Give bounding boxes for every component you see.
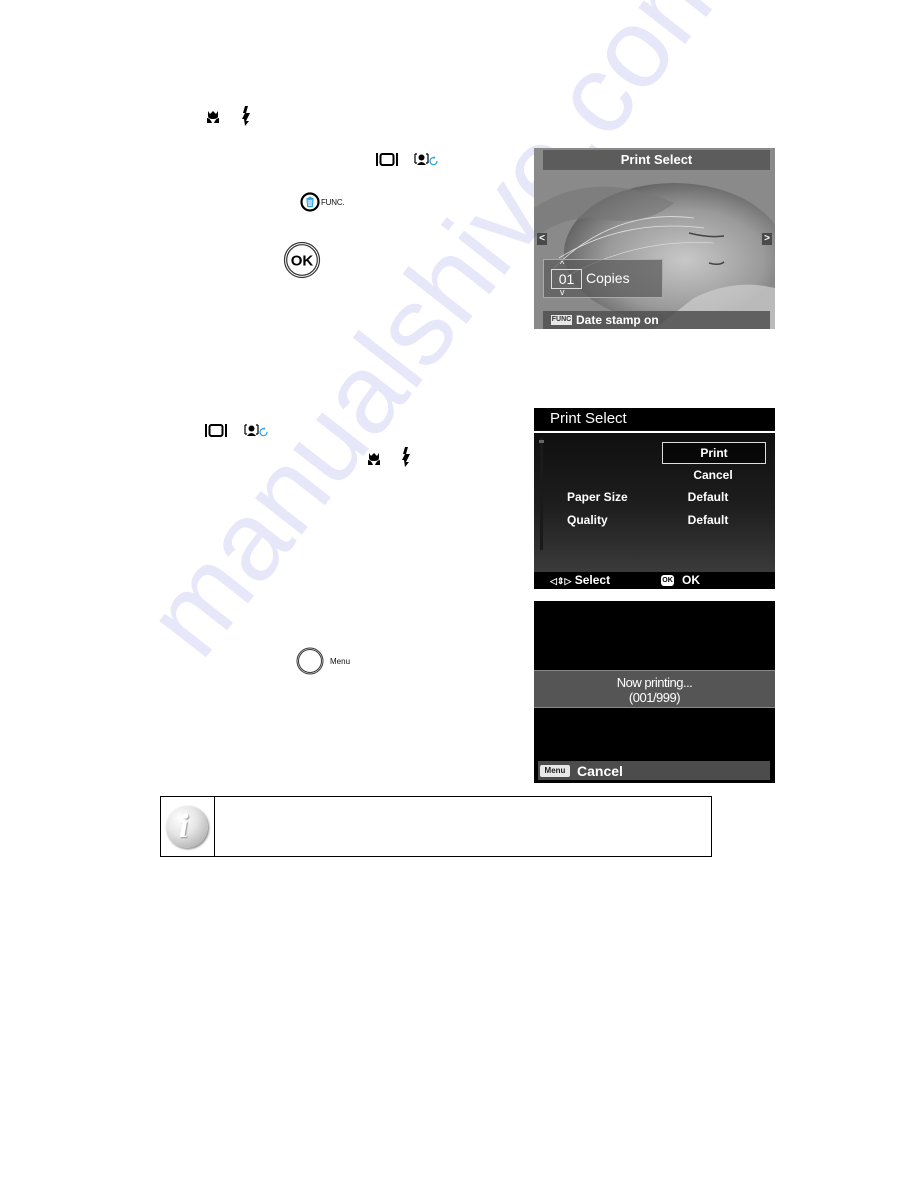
menu-label: Menu [330,657,351,666]
screen-title: Print Select [534,408,775,430]
select-label: Select [574,573,611,587]
date-stamp-status: Date stamp on [576,313,659,327]
setting-label-paper-size: Paper Size [567,490,628,504]
printing-status-line: Now printing... [616,675,693,690]
face-detect-rotate-icon [244,424,270,437]
screen-footer: Menu Cancel [538,761,770,780]
increase-arrow-icon[interactable]: ^ [560,260,564,269]
navigation-arrows-icon: ◁⇕▷ [550,576,572,586]
menu-button-icon [296,647,324,675]
menu-badge: Menu [540,765,570,777]
setting-value-quality[interactable]: Default [662,511,754,529]
copies-selector[interactable]: ^ 01 v Copies [543,259,663,298]
macro-flower-icon [206,110,220,124]
func-badge: FUNC [551,315,572,325]
display-mode-icon [205,424,227,437]
copies-value[interactable]: 01 [551,269,582,289]
decrease-arrow-icon[interactable]: v [560,288,565,297]
display-mode-icon [376,153,398,166]
note-box: i [160,796,712,857]
flash-bolt-icon [402,447,412,467]
scrollbar-track[interactable] [540,438,543,550]
printing-progress-count: (001/999) [628,690,681,705]
cat-photo [534,148,775,329]
func-label: FUNC. [321,198,345,207]
option-print[interactable]: Print [662,442,766,464]
setting-label-quality: Quality [567,513,608,527]
now-printing-screen: Now printing... (001/999) Menu Cancel [534,601,775,783]
copies-label: Copies [586,270,630,286]
ok-label: OK [682,573,700,587]
cancel-label[interactable]: Cancel [577,762,623,780]
note-divider [214,797,215,856]
screen-footer: ◁⇕▷ Select OK OK [534,572,775,589]
select-hint: ◁⇕▷ Select [550,572,610,589]
screen-footer: FUNC Date stamp on [543,311,770,329]
face-detect-rotate-icon [414,153,440,166]
ok-button-icon: OK [283,241,321,279]
svg-text:OK: OK [291,253,314,270]
option-cancel[interactable]: Cancel [662,465,764,485]
info-note-icon: i [166,806,208,848]
flash-bolt-icon [242,106,252,126]
print-select-copies-screen: Print Select < > ^ 01 v Copies FUNC Date… [534,148,775,329]
title-divider [534,431,775,433]
func-trash-button-icon [300,192,320,212]
print-select-menu-screen: Print Select Print Cancel Paper Size Def… [534,408,775,589]
previous-arrow-icon[interactable]: < [537,233,547,245]
scrollbar-thumb[interactable] [539,440,544,443]
macro-flower-icon [367,452,381,466]
screen-title: Print Select [543,150,770,170]
ok-badge-icon: OK [661,575,674,586]
setting-value-paper-size[interactable]: Default [662,488,754,506]
printing-status: Now printing... (001/999) [534,670,775,708]
next-arrow-icon[interactable]: > [762,233,772,245]
